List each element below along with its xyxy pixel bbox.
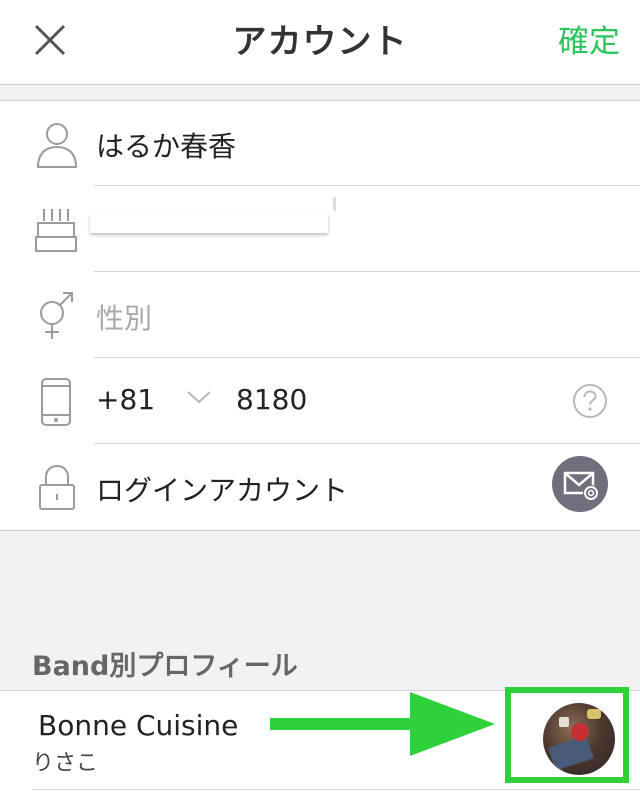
divider [94, 443, 640, 444]
annotation-arrow [270, 692, 495, 756]
band-profiles-header: Band別プロフィール [32, 651, 298, 682]
mail-at-icon [563, 471, 599, 501]
person-icon [36, 123, 78, 168]
annotation-highlight-box [505, 687, 629, 783]
page-title: アカウント [232, 22, 408, 62]
phone-number-field[interactable]: 8180 [236, 383, 307, 416]
gender-icon [40, 292, 73, 339]
band-name: Bonne Cuisine [38, 709, 239, 742]
account-form: はるか春香 性別 +81 8180 ログインアカウント [0, 100, 640, 531]
phone-icon [41, 378, 71, 426]
help-icon[interactable] [572, 383, 608, 419]
band-nickname: りさこ [32, 751, 99, 776]
login-account-row[interactable]: ログインアカウント [0, 445, 640, 530]
lock-icon [39, 464, 75, 510]
birthday-row[interactable] [0, 187, 640, 272]
country-code[interactable]: +81 [96, 383, 155, 416]
birthday-field[interactable] [90, 197, 336, 233]
gender-row[interactable]: 性別 [0, 273, 640, 358]
name-row[interactable]: はるか春香 [0, 101, 640, 186]
divider [94, 271, 640, 272]
gender-field[interactable]: 性別 [96, 297, 152, 337]
birthday-cake-icon [35, 209, 77, 252]
name-field[interactable]: はるか春香 [96, 125, 236, 165]
divider [94, 357, 640, 358]
nav-bar: アカウント 確定 [0, 0, 640, 85]
chevron-down-icon[interactable] [186, 389, 212, 405]
phone-row[interactable]: +81 8180 [0, 359, 640, 444]
divider [32, 789, 640, 790]
email-login-button[interactable] [552, 456, 608, 512]
confirm-button[interactable]: 確定 [558, 16, 620, 61]
login-account-label: ログインアカウント [96, 474, 349, 507]
divider [94, 185, 640, 186]
